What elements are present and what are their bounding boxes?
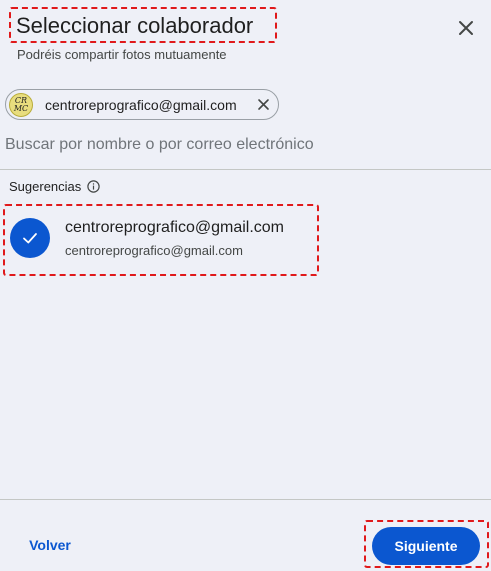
info-icon[interactable] (87, 180, 100, 193)
check-icon (23, 233, 37, 244)
dialog-subtitle: Podréis compartir fotos mutuamente (17, 47, 227, 62)
avatar: CR MC (9, 92, 33, 117)
suggestions-label: Sugerencias (9, 179, 82, 194)
close-icon (459, 21, 473, 35)
suggestion-name: centroreprografico@gmail.com (65, 219, 284, 236)
next-button[interactable]: Siguiente (372, 527, 480, 565)
suggestions-header: Sugerencias (9, 179, 100, 194)
search-input[interactable] (5, 132, 485, 158)
back-button[interactable]: Volver (17, 529, 83, 561)
chip-remove-button[interactable] (256, 97, 271, 112)
selected-check-avatar (10, 218, 50, 258)
suggestion-email: centroreprografico@gmail.com (65, 243, 243, 258)
divider (0, 169, 491, 170)
dialog-title: Seleccionar colaborador (16, 13, 254, 38)
selected-recipient-chip[interactable]: CR MC centroreprografico@gmail.com (5, 89, 279, 120)
footer-divider (0, 499, 491, 500)
suggestion-item[interactable]: centroreprografico@gmail.com centrorepro… (4, 205, 318, 275)
close-button[interactable] (452, 14, 480, 42)
chip-label: centroreprografico@gmail.com (45, 96, 237, 113)
close-icon (258, 99, 269, 110)
